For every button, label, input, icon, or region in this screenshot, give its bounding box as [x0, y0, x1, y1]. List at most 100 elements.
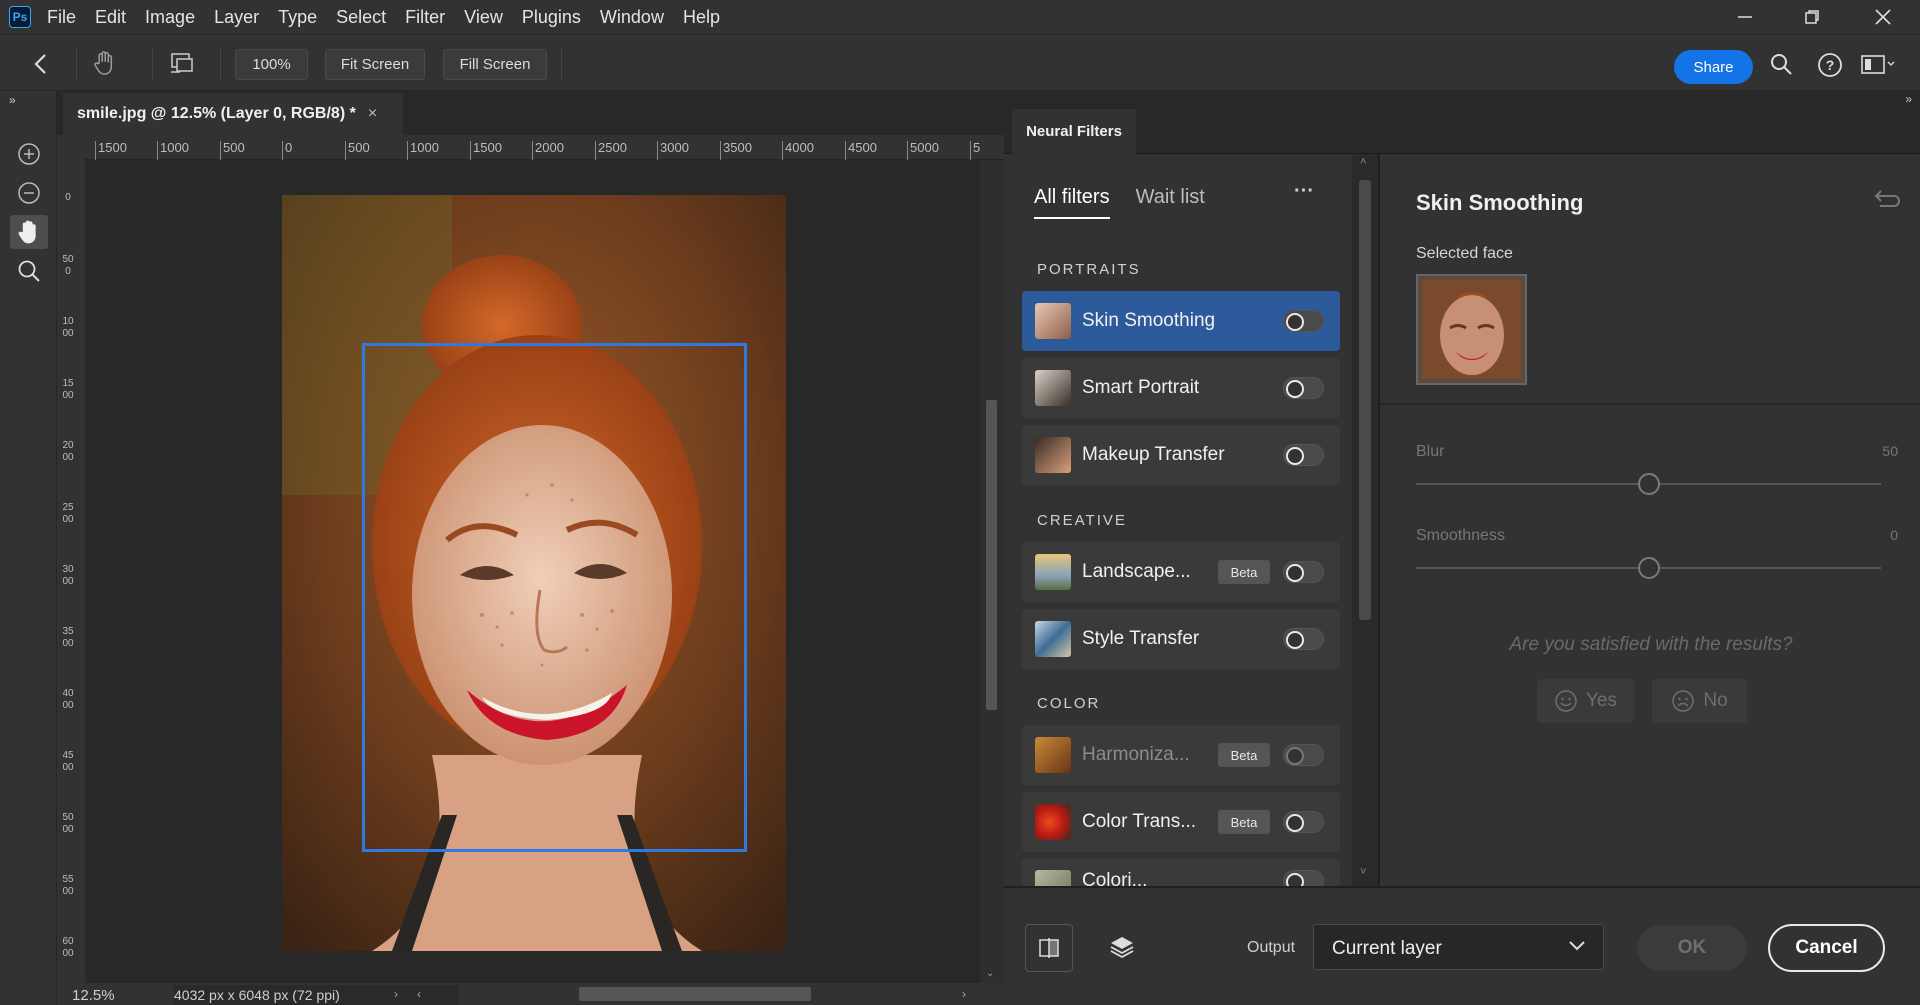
ruler-tick-label: 2000 [62, 440, 74, 463]
scroll-up-icon[interactable]: ˄ [1360, 156, 1366, 168]
filter-label: Harmoniza... [1082, 744, 1190, 765]
filter-item-color-transfer[interactable]: Color Trans... Beta [1022, 792, 1340, 852]
divider [561, 47, 562, 81]
fill-screen-button[interactable]: Fill Screen [443, 49, 547, 80]
hand-tool-icon[interactable] [10, 215, 48, 249]
menu-file[interactable]: File [47, 7, 76, 28]
divider [152, 47, 153, 81]
before-after-icon[interactable] [1025, 924, 1073, 972]
ok-button[interactable]: OK [1637, 925, 1747, 971]
filter-toggle[interactable] [1283, 744, 1324, 766]
filter-list-scrollbar[interactable]: ˄ ˅ [1352, 154, 1378, 886]
blur-value[interactable]: 50 [1850, 443, 1898, 459]
share-button[interactable]: Share [1674, 50, 1753, 84]
filter-item-skin-smoothing[interactable]: Skin Smoothing [1022, 291, 1340, 351]
filter-item-makeup-transfer[interactable]: Makeup Transfer [1022, 425, 1340, 485]
fit-screen-button[interactable]: Fit Screen [325, 49, 425, 80]
feedback-yes-button[interactable]: Yes [1537, 679, 1634, 723]
filter-label: Style Transfer [1082, 628, 1200, 649]
ruler-tick-label: 5000 [62, 812, 74, 835]
collapse-panel-icon[interactable]: » [1905, 92, 1912, 106]
filter-label: Landscape... [1082, 561, 1191, 582]
more-options-icon[interactable]: ··· [1294, 180, 1314, 203]
ruler-tick-label: 2000 [532, 141, 564, 160]
filter-toggle[interactable] [1283, 444, 1324, 466]
ruler-tick-label: 500 [62, 254, 74, 277]
menu-view[interactable]: View [464, 7, 503, 28]
feedback-no-button[interactable]: No [1652, 679, 1747, 723]
expand-panel-icon[interactable]: » [9, 93, 16, 107]
scroll-all-windows-icon[interactable] [168, 50, 196, 81]
filter-toggle[interactable] [1283, 310, 1324, 332]
filter-toggle[interactable] [1283, 811, 1324, 833]
back-arrow-icon[interactable] [30, 52, 52, 81]
menu-image[interactable]: Image [145, 7, 195, 28]
tab-all-filters[interactable]: All filters [1034, 186, 1110, 219]
filter-toggle[interactable] [1283, 561, 1324, 583]
ruler-tick-label: 4000 [62, 688, 74, 711]
filter-item-landscape-mixer[interactable]: Landscape... Beta [1022, 542, 1340, 602]
colorize-thumbnail [1035, 870, 1071, 886]
ruler-tick-label: 1500 [62, 378, 74, 401]
minimize-icon[interactable] [1710, 0, 1780, 34]
zoom-in-icon[interactable] [10, 137, 48, 171]
document-tab[interactable]: smile.jpg @ 12.5% (Layer 0, RGB/8) * × [63, 93, 403, 135]
filter-item-smart-portrait[interactable]: Smart Portrait [1022, 358, 1340, 418]
neural-filters-footer: Output Current layer OK Cancel [1004, 886, 1920, 1005]
smoothness-value[interactable]: 0 [1850, 527, 1898, 543]
filter-item-style-transfer[interactable]: Style Transfer [1022, 609, 1340, 669]
canvas-horizontal-scrollbar-thumb[interactable] [579, 987, 811, 1001]
scrollbar-thumb[interactable] [986, 400, 997, 710]
scroll-down-icon[interactable]: ˅ [1360, 866, 1366, 878]
search-icon[interactable] [1769, 52, 1793, 81]
filter-toggle[interactable] [1283, 628, 1324, 650]
selected-face-thumbnail[interactable] [1416, 274, 1527, 385]
ruler-tick-label: 2500 [62, 502, 74, 525]
help-icon[interactable]: ? [1817, 52, 1843, 83]
smile-icon [1555, 690, 1577, 712]
smoothness-slider-handle[interactable] [1637, 557, 1660, 579]
filter-toggle[interactable] [1283, 377, 1324, 399]
menu-edit[interactable]: Edit [95, 7, 126, 28]
output-select[interactable]: Current layer [1313, 924, 1604, 970]
close-tab-icon[interactable]: × [368, 105, 377, 123]
zoom-out-icon[interactable] [10, 176, 48, 210]
menu-help[interactable]: Help [683, 7, 720, 28]
status-menu-arrow-icon[interactable]: › [394, 987, 398, 1001]
menu-select[interactable]: Select [336, 7, 386, 28]
close-window-icon[interactable] [1848, 0, 1918, 34]
scroll-right-icon[interactable]: › [962, 987, 966, 1001]
menu-plugins[interactable]: Plugins [522, 7, 581, 28]
menu-layer[interactable]: Layer [214, 7, 259, 28]
neural-filters-tab[interactable]: Neural Filters [1012, 109, 1136, 154]
menu-type[interactable]: Type [278, 7, 317, 28]
menu-filter[interactable]: Filter [405, 7, 445, 28]
filter-label: Smart Portrait [1082, 377, 1200, 398]
canvas-vertical-scrollbar[interactable]: ⌄ [980, 160, 1004, 983]
zoom-tool-icon[interactable] [10, 254, 48, 288]
tab-wait-list[interactable]: Wait list [1136, 186, 1205, 219]
output-select-value: Current layer [1332, 938, 1442, 959]
divider [76, 47, 77, 81]
filter-item-colorize[interactable]: Colori... [1022, 859, 1340, 886]
scroll-down-icon[interactable]: ⌄ [986, 968, 994, 979]
reset-icon[interactable] [1872, 188, 1902, 217]
cancel-button[interactable]: Cancel [1768, 924, 1885, 972]
menu-bar: Ps File Edit Image Layer Type Select Fil… [0, 0, 1920, 34]
scroll-left-icon[interactable]: ‹ [417, 987, 421, 1001]
restore-icon[interactable] [1777, 0, 1847, 34]
scrollbar-thumb[interactable] [1359, 180, 1371, 620]
filter-toggle[interactable] [1283, 870, 1324, 886]
zoom-level[interactable]: 12.5% [72, 987, 115, 1004]
layers-icon[interactable] [1098, 924, 1146, 972]
hand-tool-icon[interactable] [91, 49, 119, 82]
filter-label: Color Trans... [1082, 811, 1197, 832]
filter-list: All filters Wait list ··· PORTRAITS Skin… [1004, 154, 1356, 886]
blur-slider-handle[interactable] [1637, 473, 1660, 495]
menu-window[interactable]: Window [600, 7, 664, 28]
divider [220, 47, 221, 81]
filter-item-harmonization[interactable]: Harmoniza... Beta [1022, 725, 1340, 785]
zoom-100-button[interactable]: 100% [235, 49, 308, 80]
workspace-icon[interactable] [1861, 54, 1895, 81]
ruler-tick-label: 1000 [62, 316, 74, 339]
